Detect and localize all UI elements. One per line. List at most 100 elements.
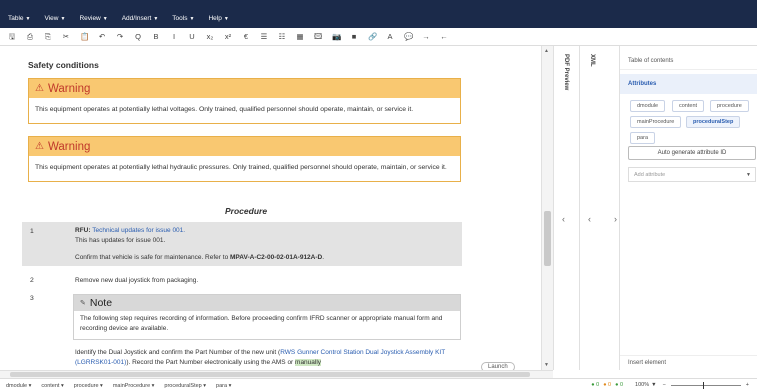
link-icon[interactable]: 🔗 <box>368 33 377 41</box>
step-number: 3 <box>30 295 34 302</box>
save-icon[interactable]: 🖫 <box>8 33 16 41</box>
copy-icon[interactable]: ⎘ <box>44 33 52 41</box>
toolbar: 🖫 ⎙ ⎘ ✂ 📋 ↶ ↷ Q B I Ux₂ x² € ☰ ☷ ▦ 🖾 📷 ■ 🔗 A 💬 → ← <box>0 28 757 46</box>
redo-icon[interactable]: ↷ <box>116 33 124 41</box>
warning-body: This equipment operates at potentially l… <box>35 164 447 171</box>
chevron-down-icon: ▼ <box>153 15 159 22</box>
menu-view[interactable]: View ▼ <box>45 15 66 22</box>
add-attribute-select[interactable]: Add attribute ▼ <box>628 167 756 182</box>
crumb-label: para <box>637 135 649 141</box>
auto-generate-id-button[interactable]: Auto generate attribute ID <box>628 146 756 160</box>
status-path-content[interactable]: content ▾ <box>41 383 63 389</box>
warning-box: ⚠ Warning This equipment operates at pot… <box>28 78 461 124</box>
chevron-down-icon[interactable]: ▼ <box>651 382 656 388</box>
back-icon[interactable]: ← <box>440 33 448 41</box>
crumb-proceduralstep[interactable]: proceduralStep <box>686 116 741 128</box>
crumb-para[interactable]: para <box>630 132 656 144</box>
count-warn: ● 0 <box>603 382 612 388</box>
crumb-content[interactable]: content <box>672 100 705 112</box>
paste-icon[interactable]: 📋 <box>80 33 89 41</box>
search-icon[interactable]: Q <box>134 33 142 41</box>
warning-icon: ⚠ <box>35 83 44 94</box>
chevron-left-icon[interactable]: ‹ <box>588 214 591 224</box>
zoom-level[interactable]: 100% <box>635 382 649 388</box>
chevron-down-icon: ▼ <box>25 15 31 22</box>
rfu-link[interactable]: Technical updates for issue 001. <box>92 227 185 234</box>
print-icon[interactable]: ⎙ <box>26 33 34 41</box>
procedure-title: Procedure <box>225 206 268 216</box>
step-2-text[interactable]: Remove new dual joystick from packaging. <box>75 276 198 286</box>
toc-label: Table of contents <box>628 57 674 64</box>
superscript-icon[interactable]: x² <box>224 33 232 41</box>
attributes-header[interactable]: Attributes <box>620 74 757 94</box>
note-box: ✎ Note The following step requires recor… <box>73 294 461 340</box>
undo-icon[interactable]: ↶ <box>98 33 106 41</box>
horizontal-scrollbar[interactable] <box>0 370 553 378</box>
numbered-list-icon[interactable]: ☷ <box>278 33 286 41</box>
dm-reference[interactable]: MPAV-A-C2-00-02-01A-912A-D <box>230 254 322 261</box>
chevron-down-icon: ▼ <box>223 15 229 22</box>
toc-header[interactable]: Table of contents <box>620 52 757 70</box>
status-path-para[interactable]: para ▾ <box>216 383 231 389</box>
xml-label: XML <box>589 54 595 67</box>
crumb-procedure[interactable]: procedure <box>710 100 749 112</box>
menu-help[interactable]: Help ▼ <box>208 15 228 22</box>
status-path-mainprocedure[interactable]: mainProcedure ▾ <box>113 383 155 389</box>
count-info: ● 0 <box>615 382 624 388</box>
note-title: Note <box>89 297 113 309</box>
status-path-proceduralstep[interactable]: proceduralStep ▾ <box>164 383 206 389</box>
editor-canvas[interactable]: Safety conditions ⚠ Warning This equipme… <box>0 46 540 370</box>
note-body: The following step requires recording of… <box>80 315 443 333</box>
confirm-suffix: . <box>322 254 325 261</box>
scroll-down-icon[interactable]: ▼ <box>544 362 549 368</box>
vertical-scrollbar[interactable]: ▲ ▼ <box>541 46 553 370</box>
warning-box: ⚠ Warning This equipment operates at pot… <box>28 136 461 182</box>
cut-icon[interactable]: ✂ <box>62 33 70 41</box>
crumb-label: content <box>679 103 698 109</box>
step-3-middle: ). Record the Part Number electronically… <box>126 358 296 366</box>
warning-title: Warning <box>47 140 91 153</box>
zoom-in-button[interactable]: + <box>746 382 749 388</box>
forward-icon[interactable]: → <box>422 33 430 41</box>
status-path-procedure[interactable]: procedure ▾ <box>74 383 103 389</box>
insert-element-header[interactable]: Insert element <box>620 355 757 370</box>
zoom-out-button[interactable]: − <box>663 382 666 388</box>
step-1[interactable]: 1 RFU: Technical updates for issue 001. … <box>22 222 462 266</box>
menu-review[interactable]: Review ▼ <box>79 15 107 22</box>
bold-icon[interactable]: B <box>152 33 160 41</box>
highlighted-word: manually <box>295 358 322 366</box>
comment-icon[interactable]: 💬 <box>404 33 413 41</box>
chevron-left-icon[interactable]: ‹ <box>562 214 565 224</box>
zoom-slider-handle[interactable] <box>702 381 704 389</box>
step-3-prefix: Identify the Dual Joystick and confirm t… <box>75 349 281 356</box>
zoom-slider[interactable] <box>670 381 741 389</box>
pdf-preview-tab[interactable]: PDF Preview ‹ <box>553 46 579 370</box>
scroll-thumb[interactable] <box>544 211 551 266</box>
crumb-dmodule[interactable]: dmodule <box>630 100 666 112</box>
right-panel: › Table of contents Attributes dmodule c… <box>614 46 757 370</box>
italic-icon[interactable]: I <box>170 33 178 41</box>
menu-tools[interactable]: Tools ▼ <box>172 15 194 22</box>
crumb-mainprocedure[interactable]: mainProcedure <box>630 116 682 128</box>
underline-icon[interactable]: U <box>188 33 196 41</box>
image-icon[interactable]: 🖾 <box>314 33 322 41</box>
table-icon[interactable]: ▦ <box>296 33 304 41</box>
chevron-right-icon[interactable]: › <box>614 214 617 224</box>
step-3-text[interactable]: Identify the Dual Joystick and confirm t… <box>75 348 465 368</box>
video-icon[interactable]: ■ <box>350 33 358 41</box>
top-band <box>0 0 757 8</box>
list-icon[interactable]: ☰ <box>260 33 268 41</box>
menu-table[interactable]: Table ▼ <box>8 15 31 22</box>
text-color-icon[interactable]: A <box>386 33 394 41</box>
special-char-icon[interactable]: € <box>242 33 250 41</box>
status-path-dmodule[interactable]: dmodule ▾ <box>6 383 31 389</box>
scroll-up-icon[interactable]: ▲ <box>544 48 549 54</box>
crumb-label: dmodule <box>637 103 659 109</box>
rfu-label: RFU: <box>75 227 91 234</box>
xml-tab[interactable]: XML ‹ <box>579 46 605 370</box>
subscript-icon[interactable]: x₂ <box>206 33 214 41</box>
rfu-block: RFU: Technical updates for issue 001. Th… <box>75 226 185 246</box>
camera-icon[interactable]: 📷 <box>332 33 341 41</box>
menu-add-insert[interactable]: Add/Insert ▼ <box>122 15 159 22</box>
scroll-thumb[interactable] <box>10 372 530 377</box>
